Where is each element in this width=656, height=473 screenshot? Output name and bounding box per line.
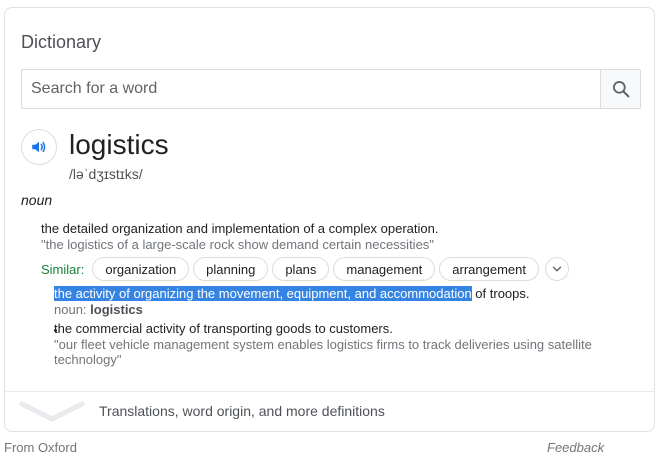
search-input[interactable] <box>22 70 600 108</box>
part-of-speech: noun <box>21 192 53 208</box>
pronunciation-button[interactable] <box>21 129 57 165</box>
subsense-1-definition-rest: of troops. <box>471 286 530 301</box>
selected-text: the activity of organizing the movement,… <box>54 286 472 301</box>
expand-similar-button[interactable] <box>545 257 570 281</box>
subsense-2-definition: the commercial activity of transporting … <box>54 321 393 336</box>
subsense-2: the commercial activity of transporting … <box>54 321 592 367</box>
chevron-down-icon <box>552 266 562 272</box>
noun-label: noun: <box>54 302 91 317</box>
search-icon <box>612 81 629 98</box>
search-box <box>21 69 641 109</box>
sense-1-definition: the detailed organization and implementa… <box>41 221 439 236</box>
card-title: Dictionary <box>21 32 102 52</box>
source-label: From Oxford <box>4 440 77 455</box>
search-button[interactable] <box>600 70 640 108</box>
similar-chip-management[interactable]: management <box>333 257 436 281</box>
divider <box>5 391 654 392</box>
subsense-1-noun-line: noun: logistics <box>54 302 530 318</box>
subsense-1: the activity of organizing the movement,… <box>54 286 530 318</box>
sense-1: the detailed organization and implementa… <box>41 221 438 252</box>
similar-chip-arrangement[interactable]: arrangement <box>439 257 540 281</box>
similar-chip-planning[interactable]: planning <box>193 257 269 281</box>
headword: logistics <box>69 129 169 160</box>
more-definitions-link[interactable]: Translations, word origin, and more defi… <box>19 400 385 422</box>
phonetic-spelling: /ləˈdʒɪstɪks/ <box>69 166 143 182</box>
similar-chip-plans[interactable]: plans <box>272 257 330 281</box>
chevron-down-icon <box>19 400 85 422</box>
subsense-2-example-line-1: "our fleet vehicle management system ena… <box>54 337 592 352</box>
similar-words-row: Similar: organization planning plans man… <box>41 257 570 281</box>
feedback-link[interactable]: Feedback <box>547 440 604 455</box>
more-definitions-label: Translations, word origin, and more defi… <box>99 403 385 419</box>
speaker-icon <box>32 141 46 153</box>
subsense-2-example-line-2: technology" <box>54 352 122 367</box>
dictionary-card: Dictionary logistics /ləˈdʒɪstɪks/ noun … <box>4 7 655 432</box>
similar-chip-organization[interactable]: organization <box>92 257 190 281</box>
sense-1-example: "the logistics of a large-scale rock sho… <box>41 237 434 252</box>
noun-word: logistics <box>90 302 143 317</box>
similar-label: Similar: <box>41 261 85 277</box>
